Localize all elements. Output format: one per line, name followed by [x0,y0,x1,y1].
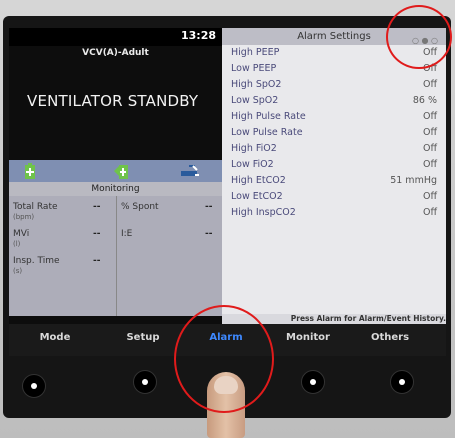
battery-full-icon [25,163,35,179]
annotation-circle-page-indicator [386,5,452,69]
alarm-item-low-pulse-rate[interactable]: Low Pulse Rate Off [222,126,446,141]
alarm-item-high-fio2[interactable]: High FiO2 Off [222,142,446,157]
alarm-item-low-etco2[interactable]: Low EtCO2 Off [222,190,446,205]
value-total-rate: -- [93,202,101,212]
alarm-item-low-spo2[interactable]: Low SpO2 86 % [222,94,446,109]
param-spont: % Spont [121,202,159,212]
ventilation-mode: VCV(A)-Adult [82,48,149,58]
ac-power-icon [181,165,199,176]
hardkey-setup-button[interactable] [133,370,157,394]
value-ie: -- [205,229,213,239]
alarm-item-high-etco2[interactable]: High EtCO2 51 mmHg [222,174,446,189]
clock: 13:28 [180,29,216,42]
alarm-settings-panel: Alarm Settings ○ ● ○ High PEEP Off Low PE… [222,28,446,314]
alarm-item-high-spo2[interactable]: High SpO2 Off [222,78,446,93]
battery-charging-icon [114,165,128,179]
param-insp-time: Insp. Time (s) [13,256,60,275]
annotation-circle-alarm [174,305,274,413]
hardkey-others-button[interactable] [390,370,414,394]
monitoring-header: Monitoring [9,182,222,196]
value-mvi: -- [93,229,101,239]
softkey-monitor[interactable]: Monitor [268,332,348,343]
value-insp-time: -- [93,256,101,266]
alarm-item-high-pulse-rate[interactable]: High Pulse Rate Off [222,110,446,125]
alarm-item-low-fio2[interactable]: Low FiO2 Off [222,158,446,173]
icon-strip [9,160,222,182]
param-total-rate: Total Rate (bpm) [13,202,58,221]
hardkey-monitor-button[interactable] [301,370,325,394]
value-spont: -- [205,202,213,212]
softkey-setup[interactable]: Setup [103,332,183,343]
status-bar: 13:28 [9,28,222,46]
monitoring-divider [116,196,117,316]
param-mvi: MVi (l) [13,229,30,248]
softkey-mode[interactable]: Mode [15,332,95,343]
param-ie: I:E [121,229,133,239]
standby-status: VENTILATOR STANDBY [27,92,199,110]
alarm-item-high-inspco2[interactable]: High InspCO2 Off [222,206,446,221]
softkey-others[interactable]: Others [350,332,430,343]
hardkey-mode-button[interactable] [22,374,46,398]
